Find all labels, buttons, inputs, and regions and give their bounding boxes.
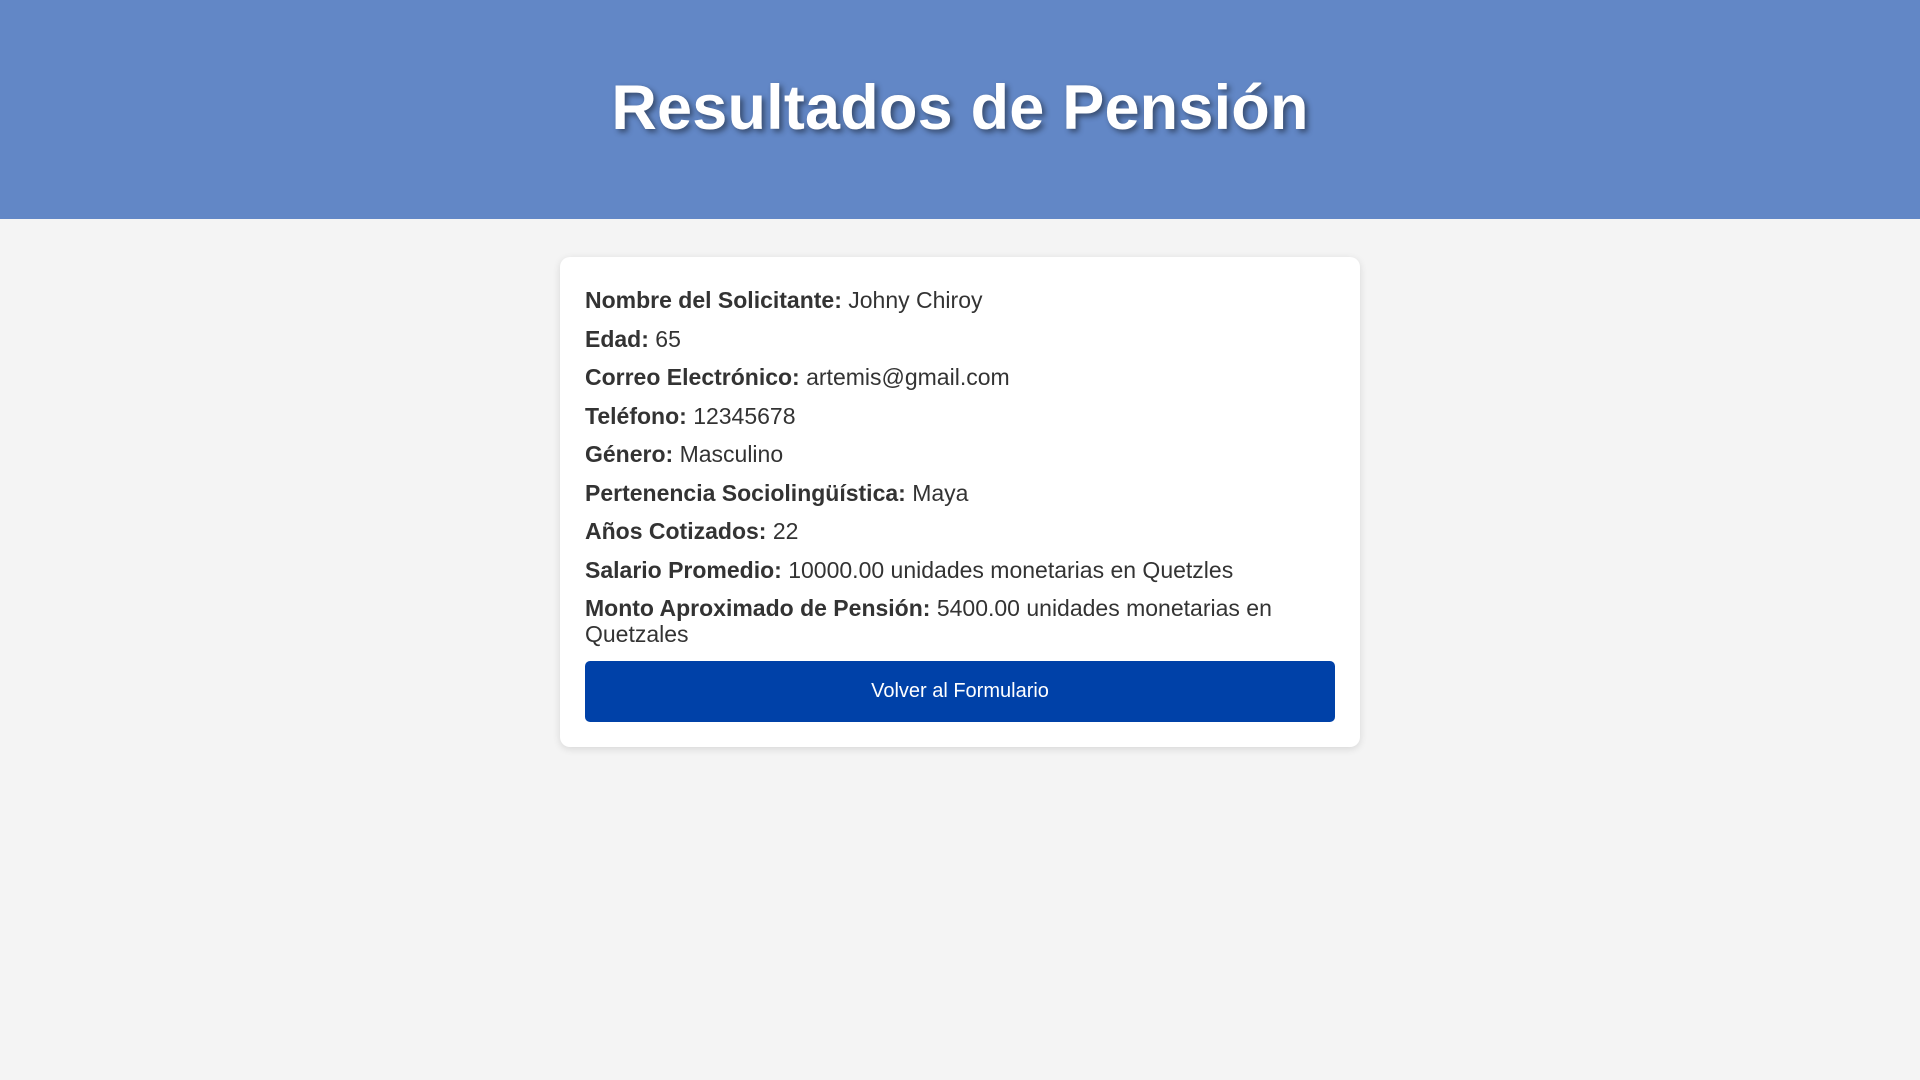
result-label: Teléfono: [585,402,687,429]
result-value: 22 [772,518,799,544]
result-row-phone: Teléfono: 12345678 [585,403,1335,429]
result-value: 10000.00 unidades monetarias en Quetzles [788,556,1234,583]
result-row-average-salary: Salario Promedio: 10000.00 unidades mone… [585,557,1335,583]
result-value: Maya [912,479,969,506]
result-row-sociolinguistic: Pertenencia Sociolingüística: Maya [585,480,1335,506]
result-row-years-contributed: Años Cotizados: 22 [585,518,1335,544]
result-row-gender: Género: Masculino [585,441,1335,467]
result-value: Masculino [679,441,784,467]
result-row-applicant-name: Nombre del Solicitante: Johny Chiroy [585,287,1335,313]
result-label: Años Cotizados: [585,518,767,544]
result-value: 12345678 [693,402,796,429]
result-label: Pertenencia Sociolingüística: [585,479,906,506]
result-label: Correo Electrónico: [585,364,800,390]
result-label: Nombre del Solicitante: [585,287,842,313]
back-to-form-button[interactable]: Volver al Formulario [585,661,1335,722]
result-row-email: Correo Electrónico: artemis@gmail.com [585,364,1335,390]
result-value: artemis@gmail.com [806,364,1010,390]
page-header: Resultados de Pensión [0,0,1920,219]
result-row-age: Edad: 65 [585,326,1335,352]
result-value: 65 [655,325,681,352]
result-value: Johny Chiroy [848,287,983,313]
result-label: Género: [585,441,674,467]
result-label: Monto Aproximado de Pensión: [585,595,931,621]
result-label: Edad: [585,325,649,352]
result-row-pension-amount: Monto Aproximado de Pensión: 5400.00 uni… [585,595,1335,647]
result-label: Salario Promedio: [585,556,782,583]
page-title: Resultados de Pensión [611,72,1309,143]
results-card: Nombre del Solicitante: Johny Chiroy Eda… [560,257,1360,747]
